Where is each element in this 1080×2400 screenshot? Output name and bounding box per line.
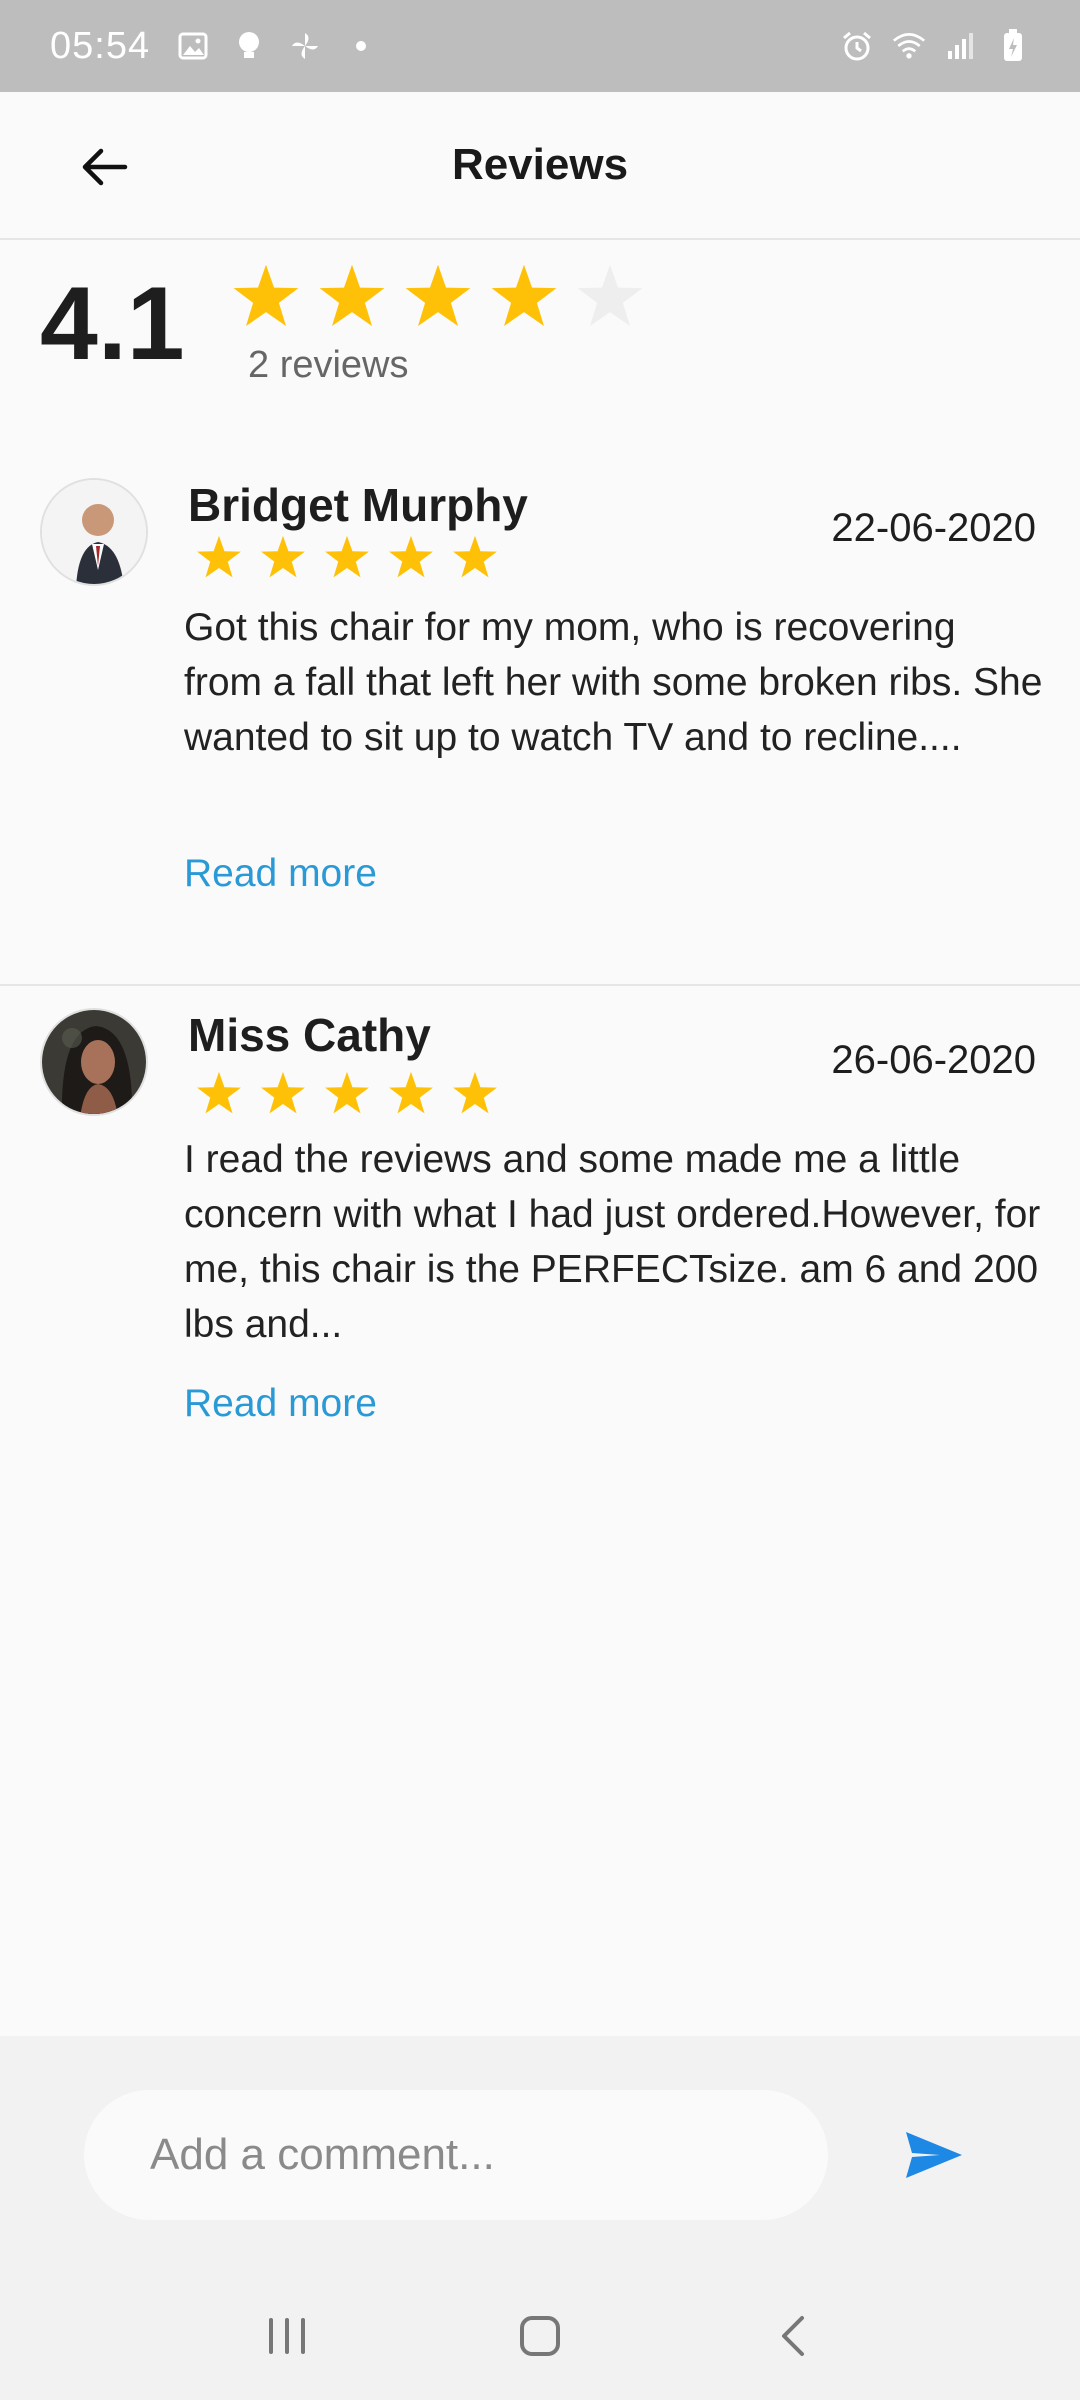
send-icon xyxy=(906,2132,962,2178)
rating-summary: 4.1 2 reviews xyxy=(40,262,1040,402)
dot-icon xyxy=(344,29,378,63)
avatar xyxy=(40,1008,148,1116)
review-date: 22-06-2020 xyxy=(831,506,1036,550)
recent-apps-icon xyxy=(268,2318,305,2354)
system-nav-bar xyxy=(0,2272,1080,2400)
recent-apps-button[interactable] xyxy=(247,2296,327,2376)
star-filled-icon xyxy=(452,534,498,580)
reviewer-name: Bridget Murphy xyxy=(188,479,528,531)
star-filled-icon xyxy=(490,262,558,330)
star-filled-icon xyxy=(404,262,472,330)
review-stars xyxy=(196,534,498,580)
image-icon xyxy=(176,29,210,63)
avatar xyxy=(40,478,148,586)
star-filled-icon xyxy=(260,534,306,580)
summary-stars xyxy=(232,262,644,330)
wifi-icon xyxy=(892,29,926,63)
back-button[interactable] xyxy=(60,132,150,202)
star-filled-icon xyxy=(388,534,434,580)
review-text: Got this chair for my mom, who is recove… xyxy=(184,606,1043,759)
fan-icon xyxy=(288,29,322,63)
star-filled-icon xyxy=(260,1070,306,1116)
star-filled-icon xyxy=(452,1070,498,1116)
arrow-left-icon xyxy=(82,148,128,186)
read-more-link[interactable]: Read more xyxy=(184,852,377,896)
status-left-icons xyxy=(176,29,378,63)
comment-bar xyxy=(0,2036,1080,2272)
send-button[interactable] xyxy=(896,2120,972,2190)
star-empty-icon xyxy=(576,262,644,330)
battery-icon xyxy=(996,29,1030,63)
reviewer-name: Miss Cathy xyxy=(188,1009,431,1061)
read-more-link[interactable]: Read more xyxy=(184,1382,377,1426)
star-filled-icon xyxy=(324,534,370,580)
signal-icon xyxy=(944,29,978,63)
bulb-icon xyxy=(232,29,266,63)
comment-input[interactable] xyxy=(84,2090,828,2220)
status-time: 05:54 xyxy=(50,24,151,67)
status-bar: 05:54 xyxy=(0,0,1080,92)
star-filled-icon xyxy=(232,262,300,330)
alarm-icon xyxy=(840,29,874,63)
star-filled-icon xyxy=(388,1070,434,1116)
star-filled-icon xyxy=(196,1070,242,1116)
nav-back-button[interactable] xyxy=(753,2296,833,2376)
review-count: 2 reviews xyxy=(248,344,409,386)
star-filled-icon xyxy=(196,534,242,580)
review-item: Bridget Murphy 22-06-2020 Got this chair… xyxy=(0,460,1080,986)
status-right-icons xyxy=(840,29,1030,63)
review-stars xyxy=(196,1070,498,1116)
average-rating: 4.1 xyxy=(40,266,185,382)
back-icon xyxy=(782,2316,805,2356)
review-item: Miss Cathy 26-06-2020 I read the reviews… xyxy=(0,986,1080,1486)
home-button[interactable] xyxy=(500,2296,580,2376)
app-bar: Reviews xyxy=(0,92,1080,240)
review-date: 26-06-2020 xyxy=(831,1038,1036,1082)
star-filled-icon xyxy=(324,1070,370,1116)
page-title: Reviews xyxy=(451,140,629,189)
home-icon xyxy=(519,2316,560,2356)
star-filled-icon xyxy=(318,262,386,330)
review-text: I read the reviews and some made me a li… xyxy=(184,1138,1041,1346)
